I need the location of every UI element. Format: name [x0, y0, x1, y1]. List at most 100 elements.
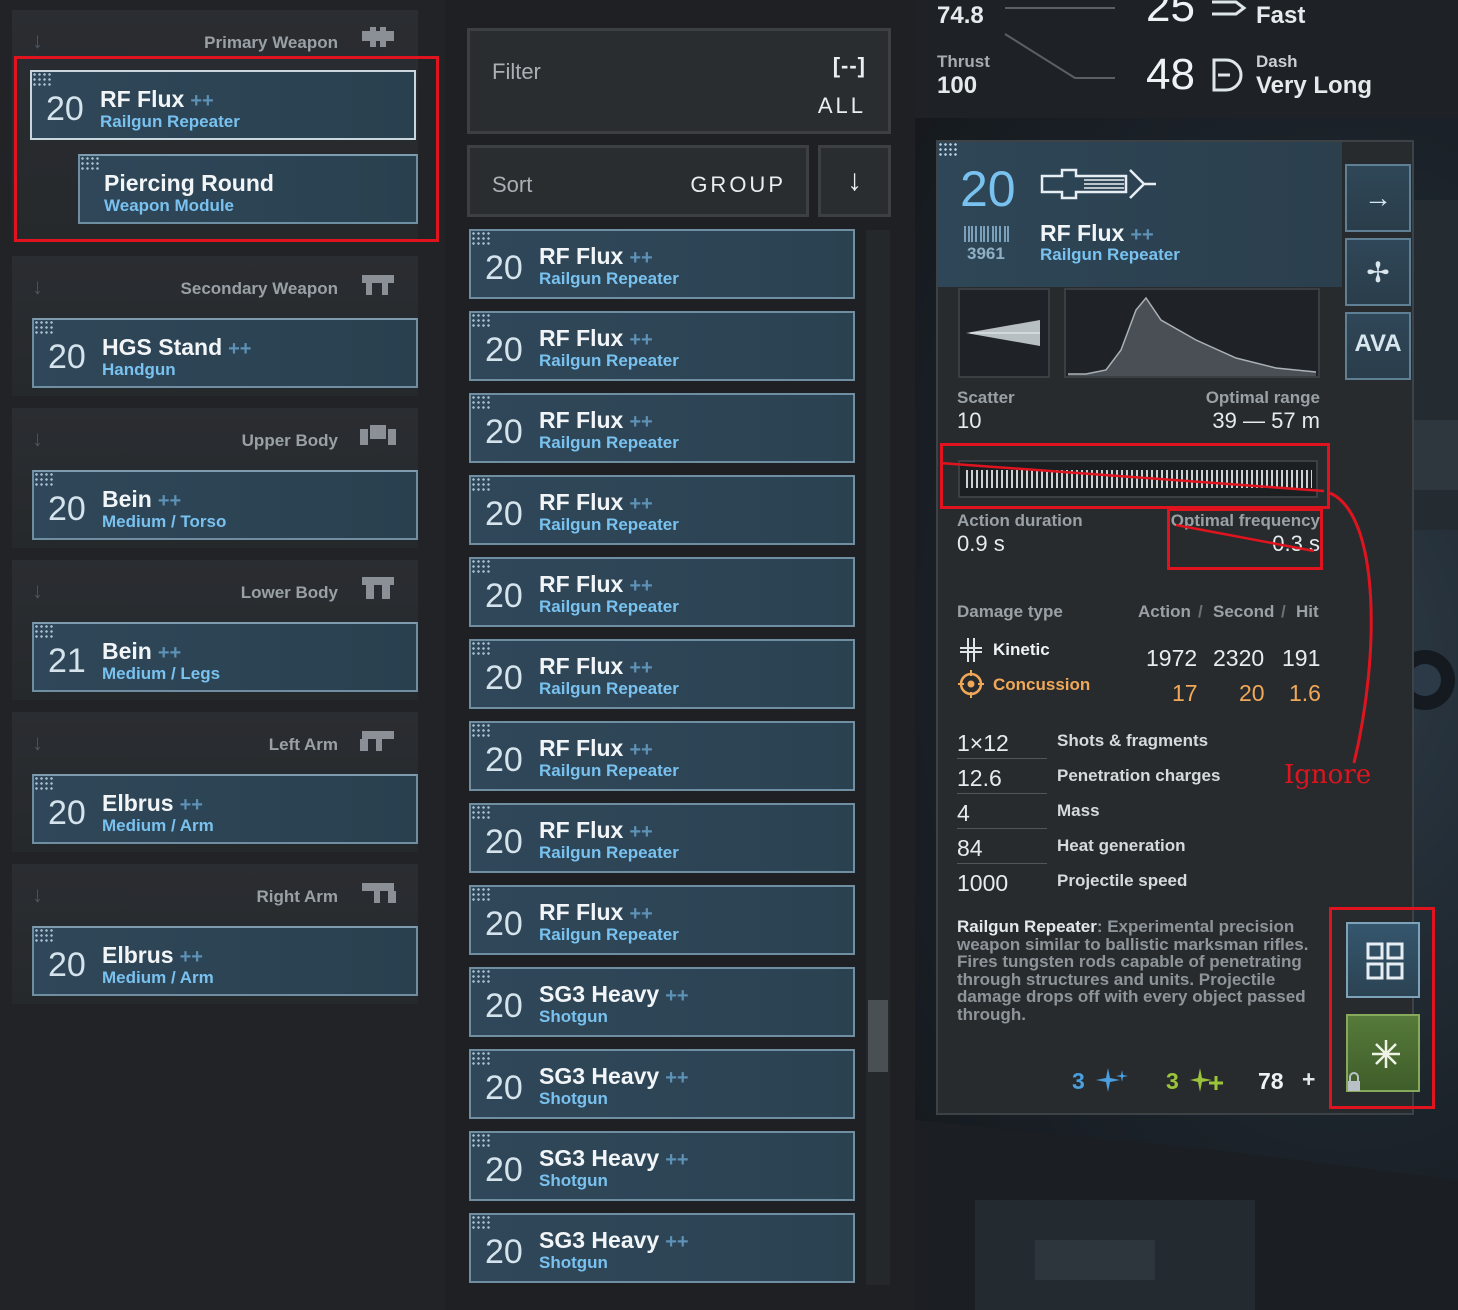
corner-dots-icon	[471, 1215, 491, 1229]
item-type: Handgun	[102, 360, 176, 379]
item-type: Medium / Arm	[102, 816, 214, 835]
item-type: Railgun Repeater	[539, 679, 679, 698]
property-label: Heat generation	[1057, 836, 1186, 855]
item-name: RF Flux	[539, 571, 624, 597]
upgrade-button[interactable]: ✢	[1345, 238, 1411, 306]
item-mod: ++	[228, 338, 252, 360]
item-level: 20	[485, 495, 523, 533]
slot-header-upper-body[interactable]: ↓ Upper Body	[12, 408, 418, 464]
item-level: 20	[485, 1069, 523, 1107]
list-item[interactable]: 20 RF Flux ++ Railgun Repeater	[469, 721, 855, 791]
speed-label: Fast	[1256, 2, 1306, 29]
list-item[interactable]: 20 SG3 Heavy ++ Shotgun	[469, 1049, 855, 1119]
annotation-ignore-label: Ignore	[1284, 760, 1372, 790]
equipped-card-lower-body[interactable]: 21 Bein ++ Medium / Legs	[32, 622, 418, 692]
item-name: SG3 Heavy	[539, 1227, 660, 1253]
sort-direction-button[interactable]: ↓	[818, 145, 891, 217]
scrollbar-track[interactable]	[866, 230, 890, 1285]
annotation-highlight-box	[14, 56, 439, 242]
detail-name: RF Flux	[1040, 220, 1125, 246]
list-item[interactable]: 20 SG3 Heavy ++ Shotgun	[469, 1213, 855, 1283]
scatter-label: Scatter	[957, 388, 1015, 407]
scrollbar-thumb[interactable]	[868, 1000, 888, 1072]
equipped-card-left-arm[interactable]: 20 Elbrus ++ Medium / Arm	[32, 774, 418, 844]
property-divider	[957, 793, 1047, 794]
corner-dots-icon	[34, 776, 54, 790]
list-item[interactable]: 20 RF Flux ++ Railgun Repeater	[469, 475, 855, 545]
list-item[interactable]: 20 RF Flux ++ Railgun Repeater	[469, 557, 855, 627]
item-title: Elbrus ++	[102, 942, 203, 969]
corner-dots-icon	[471, 231, 491, 245]
sort-button[interactable]: Sort GROUP	[467, 145, 809, 217]
filter-value: ALL	[817, 93, 866, 118]
detail-serial: 3961	[967, 244, 1005, 263]
thrust-label: Thrust	[937, 52, 990, 71]
list-item[interactable]: 20 RF Flux ++ Railgun Repeater	[469, 311, 855, 381]
list-item[interactable]: 20 RF Flux ++ Railgun Repeater	[469, 393, 855, 463]
scatter-value: 10	[957, 408, 982, 433]
thrust-value: 100	[937, 72, 978, 99]
item-title: RF Flux ++	[539, 653, 653, 680]
item-level: 20	[48, 490, 86, 528]
item-name: HGS Stand	[102, 334, 223, 360]
item-mod: ++	[629, 657, 653, 679]
item-name: RF Flux	[539, 407, 624, 433]
item-mod: ++	[629, 411, 653, 433]
item-mod: ++	[629, 575, 653, 597]
item-title: RF Flux ++	[539, 407, 653, 434]
arrow-right-icon: →	[1364, 182, 1392, 213]
item-title: RF Flux ++	[539, 489, 653, 516]
list-item[interactable]: 20 SG3 Heavy ++ Shotgun	[469, 967, 855, 1037]
corner-dots-icon	[34, 928, 54, 942]
equipped-card-upper-body[interactable]: 20 Bein ++ Medium / Torso	[32, 470, 418, 540]
equipped-card-secondary-weapon[interactable]: 20 HGS Stand ++ Handgun	[32, 318, 418, 388]
item-title: RF Flux ++	[539, 325, 653, 352]
speed-value: 25	[1146, 0, 1195, 31]
item-type: Medium / Arm	[102, 968, 214, 987]
item-level: 20	[485, 577, 523, 615]
list-item[interactable]: 20 RF Flux ++ Railgun Repeater	[469, 229, 855, 299]
slot-header-left-arm[interactable]: ↓ Left Arm	[12, 712, 418, 768]
optimal-range-label: Optimal range	[1205, 388, 1320, 407]
item-mod: ++	[157, 642, 182, 664]
corner-dots-icon	[471, 805, 491, 819]
property-value: 1000	[957, 870, 1009, 896]
item-mod: ++	[179, 794, 203, 816]
filter-button[interactable]: Filter [--] ALL	[467, 28, 891, 134]
item-name: RF Flux	[539, 325, 624, 351]
list-item[interactable]: 20 SG3 Heavy ++ Shotgun	[469, 1131, 855, 1201]
list-item[interactable]: 20 RF Flux ++ Railgun Repeater	[469, 885, 855, 955]
item-mod: ++	[665, 985, 689, 1007]
item-name: RF Flux	[539, 735, 624, 761]
detail-type: Railgun Repeater	[1040, 245, 1180, 264]
item-title: RF Flux ++	[539, 243, 653, 270]
slot-header-right-arm[interactable]: ↓ Right Arm	[12, 864, 418, 920]
slot-name: Primary Weapon	[204, 33, 338, 52]
crosshair-plus-icon: ✢	[1366, 257, 1390, 288]
corner-dots-icon	[471, 477, 491, 491]
item-title: Bein ++	[102, 486, 181, 513]
item-mod: ++	[179, 946, 203, 968]
slot-header-secondary-weapon[interactable]: ↓ Secondary Weapon	[12, 256, 418, 312]
item-title: RF Flux ++	[539, 571, 653, 598]
slot-header-lower-body[interactable]: ↓ Lower Body	[12, 560, 418, 616]
mech-part-icon	[362, 275, 394, 295]
ava-button[interactable]: AVA	[1345, 312, 1411, 380]
equipped-card-right-arm[interactable]: 20 Elbrus ++ Medium / Arm	[32, 926, 418, 996]
compare-button[interactable]: →	[1345, 164, 1411, 232]
item-type: Medium / Legs	[102, 664, 221, 683]
property-label: Mass	[1057, 801, 1100, 820]
item-level: 20	[485, 331, 523, 369]
list-item[interactable]: 20 RF Flux ++ Railgun Repeater	[469, 803, 855, 873]
item-level: 20	[485, 905, 523, 943]
item-level: 20	[485, 1151, 523, 1189]
annotation-highlight-box	[1329, 907, 1435, 1109]
detail-level: 20	[960, 161, 1016, 217]
item-level: 21	[48, 642, 86, 680]
item-mod: ++	[665, 1149, 689, 1171]
item-title: Elbrus ++	[102, 790, 203, 817]
item-mod: ++	[629, 739, 653, 761]
corner-dots-icon	[34, 472, 54, 486]
list-item[interactable]: 20 RF Flux ++ Railgun Repeater	[469, 639, 855, 709]
item-type: Railgun Repeater	[539, 515, 679, 534]
